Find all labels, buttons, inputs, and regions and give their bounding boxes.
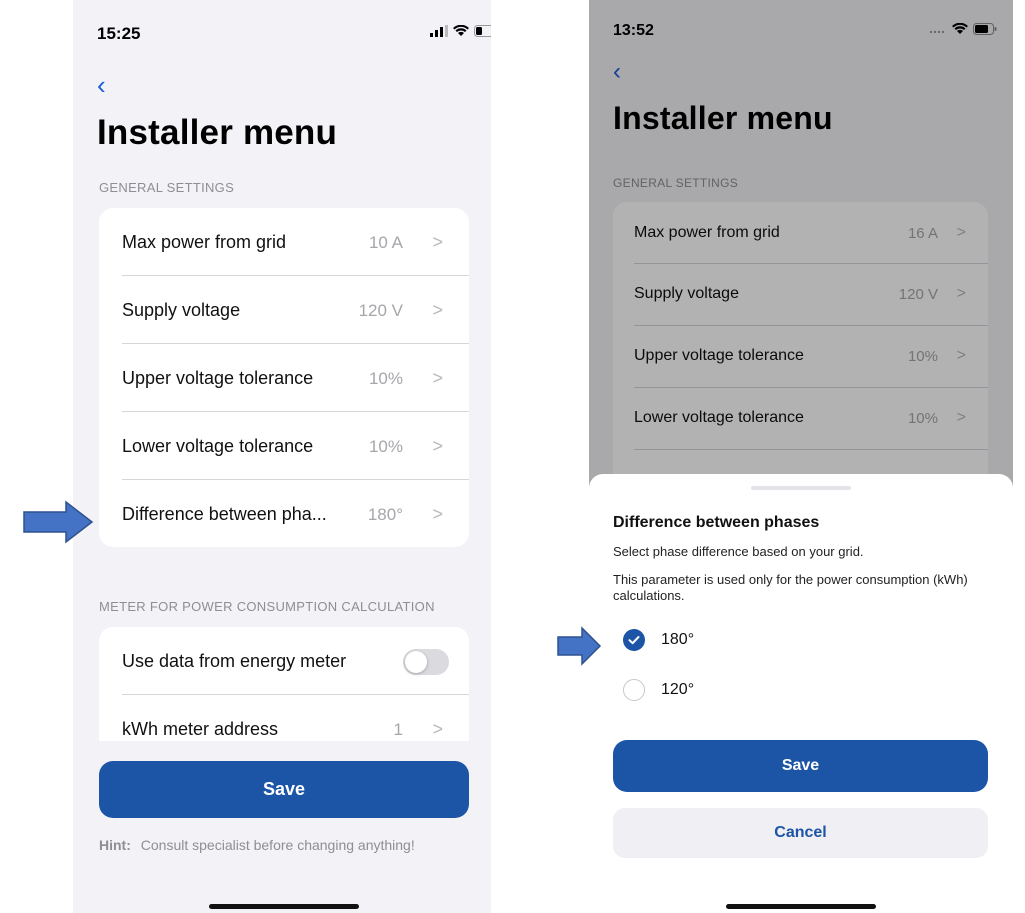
setting-label: Difference between pha... xyxy=(122,504,327,524)
chevron-right-icon: > xyxy=(432,436,443,456)
chevron-right-icon: > xyxy=(432,719,443,739)
option-label: 180° xyxy=(661,631,695,648)
save-button[interactable]: Save xyxy=(99,761,469,818)
save-button[interactable]: Save xyxy=(613,740,988,792)
setting-label: Upper voltage tolerance xyxy=(122,368,314,388)
setting-value: 10 A xyxy=(368,233,403,252)
installer-menu-screen: 15:25 ‹ Installer menu GENERAL SETTINGS … xyxy=(73,0,491,913)
setting-value: 120 V xyxy=(358,301,403,320)
divider xyxy=(122,694,469,695)
setting-value: 10% xyxy=(368,437,403,456)
cancel-button[interactable]: Cancel xyxy=(613,808,988,858)
annotation-arrow-icon xyxy=(23,500,94,544)
sheet-grabber[interactable] xyxy=(751,486,851,490)
chevron-right-icon: > xyxy=(432,504,443,524)
installer-menu-with-sheet-screen: 13:52 ‹ Installer menu GENERAL SETTINGS … xyxy=(589,0,1013,913)
option-label: 120° xyxy=(661,681,695,698)
wifi-icon xyxy=(453,25,469,36)
divider xyxy=(122,343,469,344)
radio-checked-icon[interactable] xyxy=(623,629,645,651)
setting-label: Use data from energy meter xyxy=(122,651,347,671)
chevron-right-icon: > xyxy=(432,368,443,388)
divider xyxy=(122,275,469,276)
divider xyxy=(122,411,469,412)
divider xyxy=(122,479,469,480)
sheet-description: Select phase difference based on your gr… xyxy=(613,544,864,559)
phase-difference-sheet: Difference between phases Select phase d… xyxy=(589,474,1013,913)
setting-value: 10% xyxy=(368,369,403,388)
sheet-title: Difference between phases xyxy=(613,514,820,531)
hint-message: Consult specialist before changing anyth… xyxy=(140,837,415,853)
back-button[interactable]: ‹ xyxy=(97,72,106,98)
hint-prefix: Hint: xyxy=(99,837,131,853)
section-header-meter: METER FOR POWER CONSUMPTION CALCULATION xyxy=(99,599,435,614)
sheet-note: This parameter is used only for the powe… xyxy=(613,572,968,603)
home-indicator xyxy=(209,904,359,909)
battery-icon xyxy=(474,25,491,37)
general-settings-card: Max power from grid 10 A > Supply voltag… xyxy=(99,208,469,547)
signal-icon xyxy=(430,25,448,37)
setting-label: kWh meter address xyxy=(122,719,279,739)
chevron-right-icon: > xyxy=(432,232,443,252)
meter-settings-card: Use data from energy meter kWh meter add… xyxy=(99,627,469,741)
energy-meter-toggle[interactable] xyxy=(403,649,449,675)
status-icons xyxy=(430,25,491,37)
setting-value: 180° xyxy=(367,505,403,524)
chevron-right-icon: > xyxy=(432,300,443,320)
radio-unchecked-icon[interactable] xyxy=(623,679,645,701)
annotation-arrow-icon xyxy=(557,626,602,666)
setting-value: 1 xyxy=(393,720,403,739)
setting-label: Lower voltage tolerance xyxy=(122,436,314,456)
section-header-general: GENERAL SETTINGS xyxy=(99,180,235,195)
home-indicator xyxy=(726,904,876,909)
setting-label: Supply voltage xyxy=(122,300,241,320)
page-title: Installer menu xyxy=(97,113,338,152)
setting-label: Max power from grid xyxy=(122,232,287,252)
hint-text: Hint: Consult specialist before changing… xyxy=(99,837,415,853)
status-time: 15:25 xyxy=(97,24,141,43)
